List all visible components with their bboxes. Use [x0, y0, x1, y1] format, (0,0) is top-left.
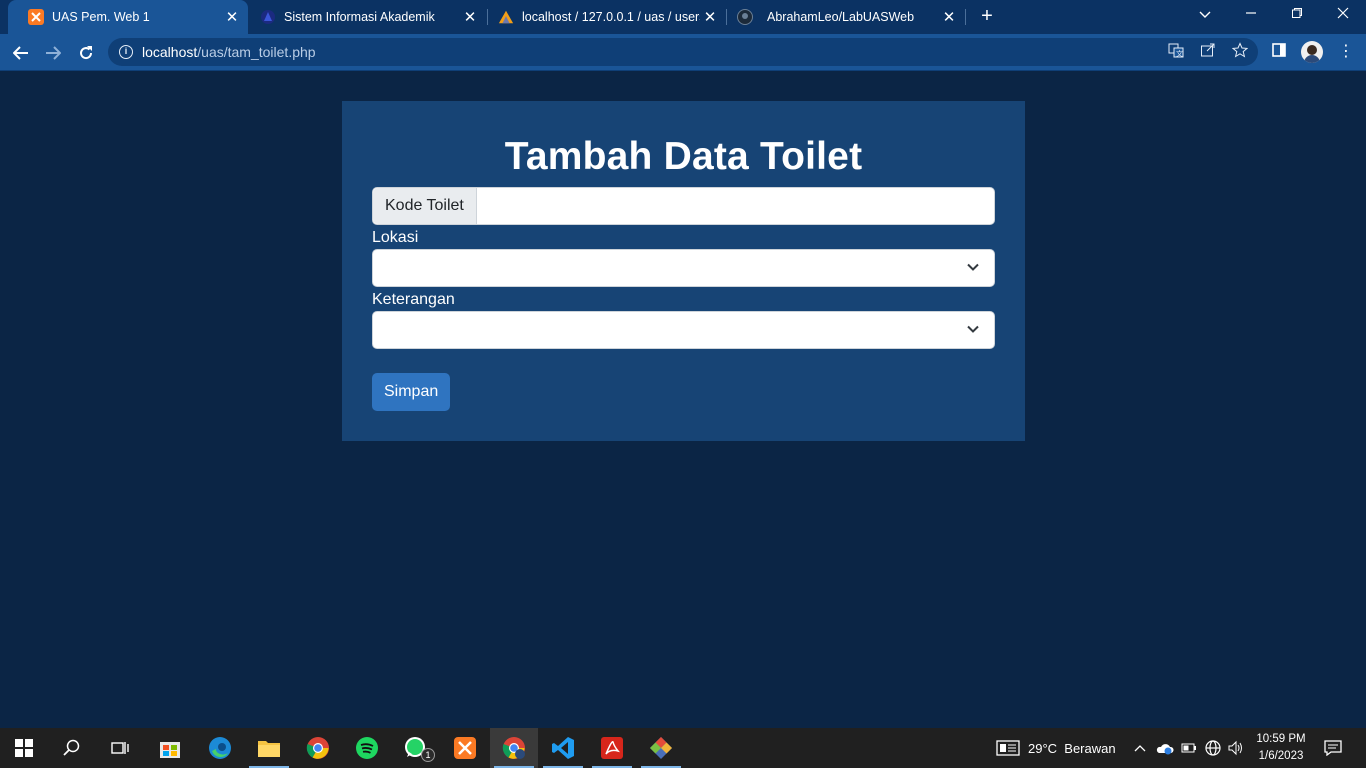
address-bar[interactable]: i localhost/uas/tam_toilet.php — [108, 38, 1258, 66]
bookmark-star-icon[interactable] — [1230, 42, 1250, 62]
tab-title: AbrahamLeo/LabUASWeb — [767, 10, 915, 24]
keterangan-label: Keterangan — [372, 291, 455, 308]
task-view-icon[interactable] — [96, 728, 144, 768]
close-tab-icon[interactable]: ✕ — [939, 8, 959, 26]
file-explorer-icon[interactable] — [245, 728, 293, 768]
tab-github[interactable]: AbrahamLeo/LabUASWeb ✕ — [727, 0, 965, 34]
clock-date: 1/6/2023 — [1258, 750, 1304, 762]
profile-avatar[interactable] — [1301, 41, 1323, 63]
tab-phpmyadmin[interactable]: localhost / 127.0.0.1 / uas / users ✕ — [488, 0, 726, 34]
tab-search-icon[interactable] — [1182, 0, 1228, 30]
lokasi-select[interactable] — [372, 249, 995, 287]
chrome-profile-icon[interactable] — [490, 728, 538, 768]
lokasi-label: Lokasi — [372, 229, 419, 246]
keterangan-select[interactable] — [372, 311, 995, 349]
tab-sistem-informasi[interactable]: Sistem Informasi Akademik ✕ — [248, 0, 486, 34]
git-icon[interactable] — [637, 728, 685, 768]
weather-widget[interactable]: 29°C Berawan — [996, 728, 1116, 768]
clock[interactable]: 10:59 PM 1/6/2023 — [1250, 731, 1312, 765]
tab-separator — [965, 9, 966, 25]
news-icon — [996, 740, 1020, 756]
notification-center-icon[interactable] — [1324, 728, 1342, 768]
back-button[interactable] — [8, 40, 34, 66]
acrobat-icon[interactable] — [588, 728, 636, 768]
whatsapp-icon[interactable]: 1 — [392, 728, 440, 768]
tray-chevron-icon[interactable] — [1134, 728, 1146, 768]
tab-title: UAS Pem. Web 1 — [52, 10, 150, 24]
phpmyadmin-icon — [498, 9, 514, 25]
taskbar: 1 29°C Berawan 10:59 PM 1/6/2023 — [0, 728, 1366, 768]
side-panel-icon[interactable] — [1269, 42, 1289, 62]
store-icon[interactable] — [146, 728, 194, 768]
clock-time: 10:59 PM — [1256, 733, 1306, 745]
notification-badge: 1 — [421, 748, 435, 762]
form-card: Tambah Data Toilet Kode Toilet Lokasi Ke… — [342, 101, 1025, 441]
kode-toilet-input[interactable] — [476, 188, 994, 224]
start-icon[interactable] — [0, 728, 48, 768]
edge-icon[interactable] — [196, 728, 244, 768]
battery-icon[interactable] — [1181, 728, 1197, 768]
close-tab-icon[interactable]: ✕ — [460, 8, 480, 26]
vscode-icon[interactable] — [539, 728, 587, 768]
url-text: localhost/uas/tam_toilet.php — [142, 44, 316, 60]
network-icon[interactable] — [1205, 728, 1221, 768]
tab-title: localhost / 127.0.0.1 / uas / users — [522, 10, 700, 24]
simpan-button[interactable]: Simpan — [372, 373, 451, 411]
reload-button[interactable] — [73, 40, 99, 66]
menu-icon[interactable]: ⋮ — [1336, 42, 1356, 62]
share-icon[interactable] — [1198, 42, 1218, 62]
tab-title: Sistem Informasi Akademik — [284, 10, 435, 24]
chevron-down-icon — [967, 263, 979, 271]
translate-icon[interactable]: 文 — [1166, 42, 1186, 62]
xampp-icon[interactable] — [441, 728, 489, 768]
xampp-icon — [28, 9, 44, 25]
spotify-icon[interactable] — [343, 728, 391, 768]
weather-text: 29°C Berawan — [1028, 740, 1116, 756]
tab-uas-pem-web[interactable]: UAS Pem. Web 1 ✕ — [8, 0, 248, 34]
chevron-down-icon — [967, 325, 979, 333]
browser-toolbar: i localhost/uas/tam_toilet.php 文 ⋮ — [0, 34, 1366, 71]
github-icon — [737, 9, 753, 25]
minimize-icon[interactable] — [1228, 0, 1274, 30]
svg-text:文: 文 — [1176, 49, 1183, 58]
close-window-icon[interactable] — [1320, 0, 1366, 30]
chrome-icon[interactable] — [294, 728, 342, 768]
tab-strip: UAS Pem. Web 1 ✕ Sistem Informasi Akadem… — [0, 0, 1366, 34]
search-icon[interactable] — [48, 728, 96, 768]
site-info-icon[interactable]: i — [119, 45, 133, 59]
forward-button[interactable] — [40, 40, 66, 66]
volume-icon[interactable] — [1228, 728, 1244, 768]
close-tab-icon[interactable]: ✕ — [700, 8, 720, 26]
kode-toilet-group: Kode Toilet — [372, 187, 995, 225]
onedrive-icon[interactable] — [1156, 728, 1174, 768]
page-title: Tambah Data Toilet — [504, 135, 863, 178]
restore-icon[interactable] — [1274, 0, 1320, 30]
close-tab-icon[interactable]: ✕ — [222, 8, 242, 26]
kode-toilet-label: Kode Toilet — [373, 188, 477, 224]
university-icon — [260, 9, 276, 25]
new-tab-button[interactable]: + — [975, 5, 999, 29]
